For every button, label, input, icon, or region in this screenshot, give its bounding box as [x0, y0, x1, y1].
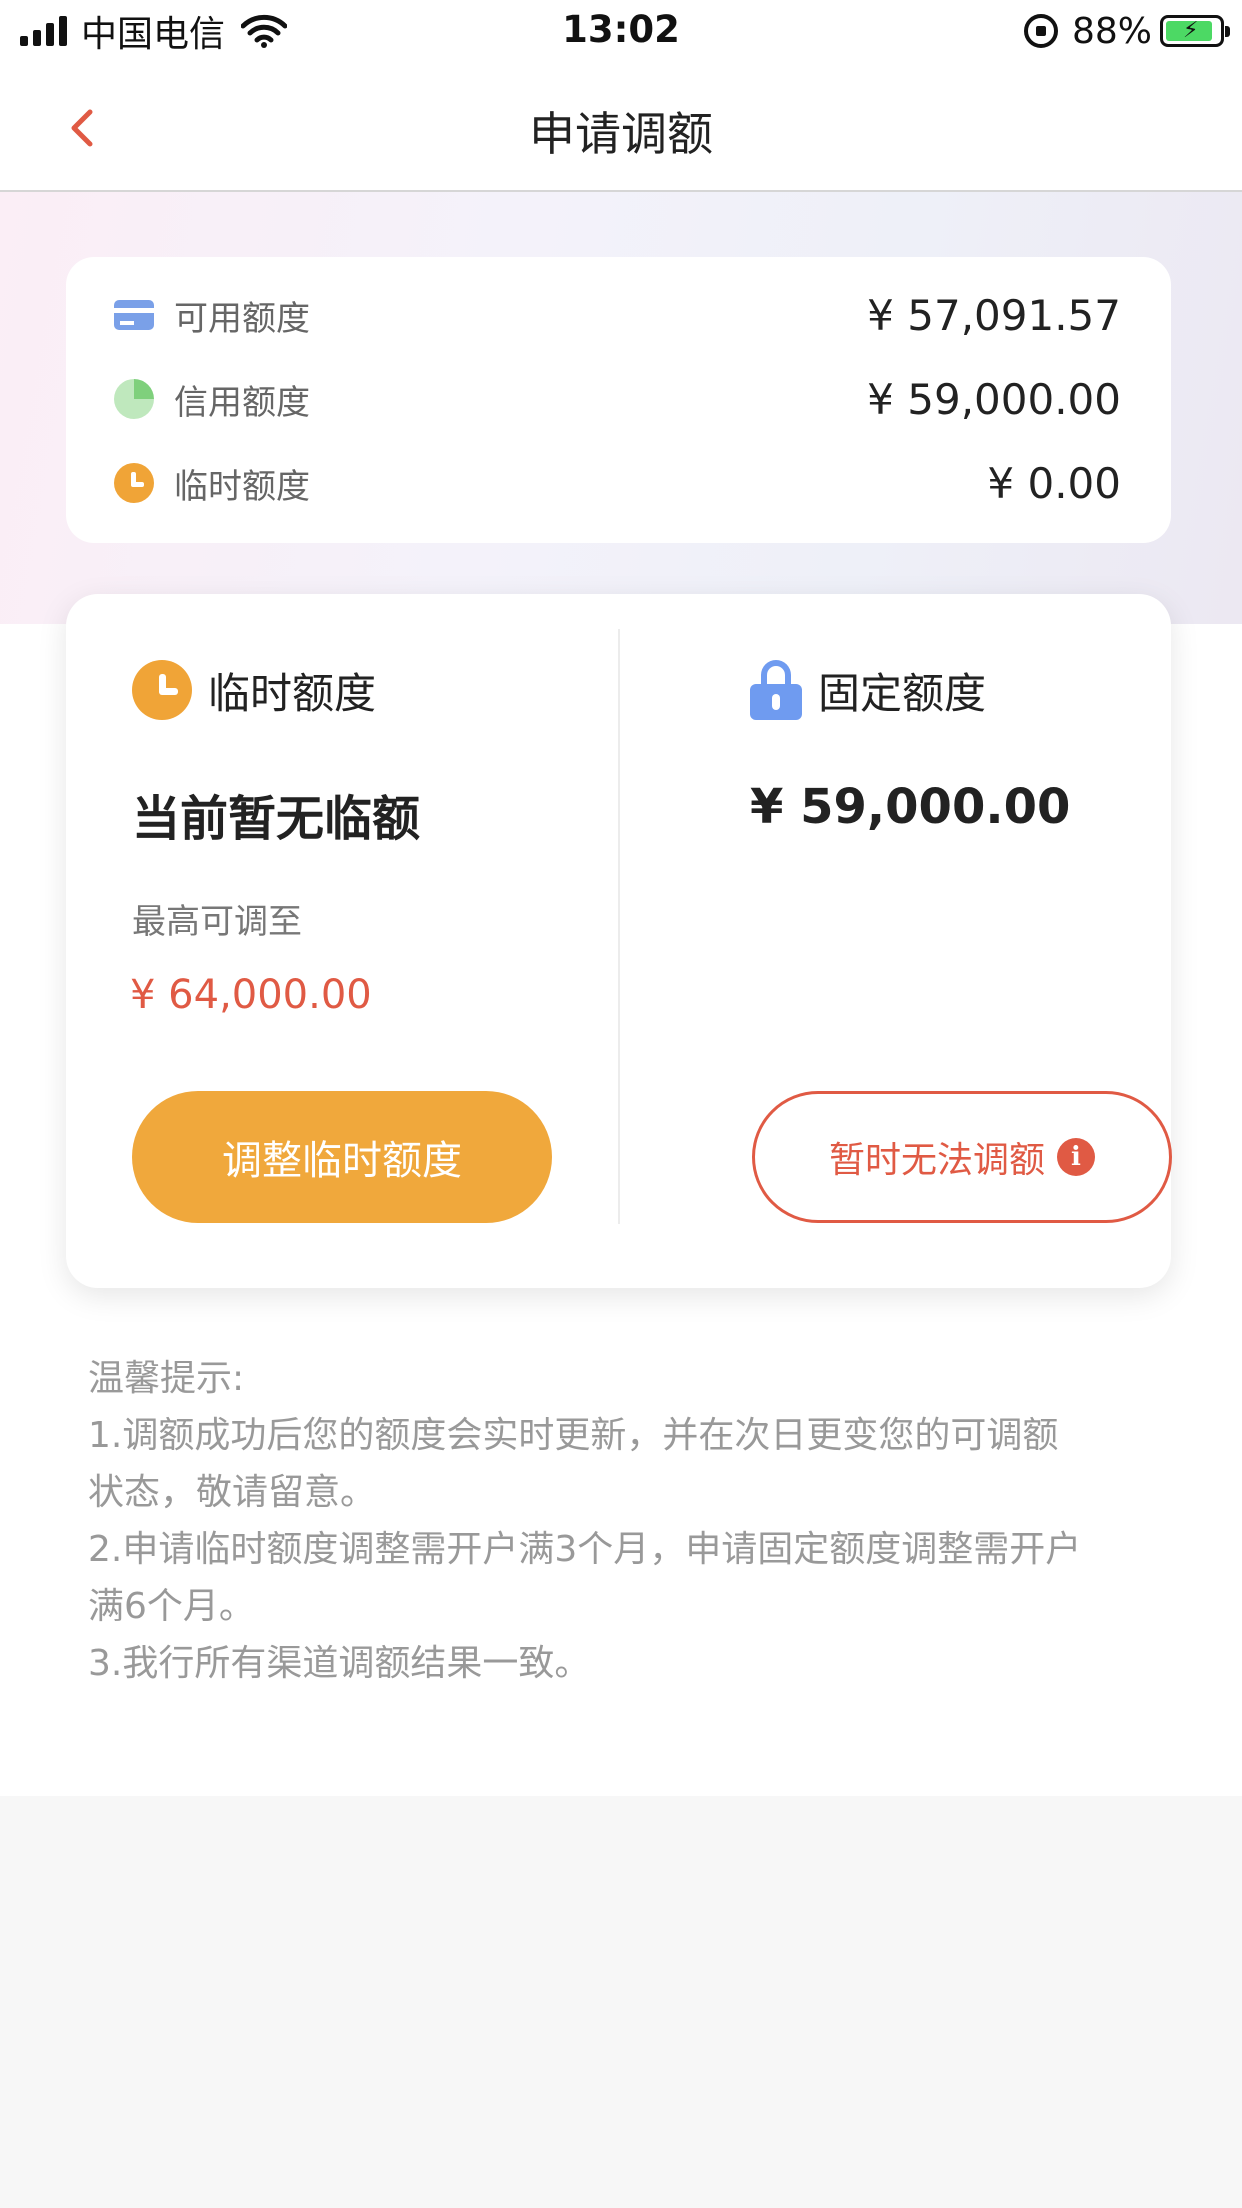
info-icon[interactable]: i: [1057, 1138, 1095, 1176]
summary-label: 临时额度: [174, 466, 310, 507]
status-bar: 中国电信 13:02 88% ⚡: [0, 0, 1242, 62]
tips-line: 2.申请临时额度调整需开户满3个月，申请固定额度调整需开户: [88, 1529, 1082, 1570]
battery-percent: 88%: [1071, 10, 1152, 52]
clock-icon: [132, 660, 192, 720]
summary-value: ¥ 0.00: [987, 458, 1121, 508]
max-adjust-label: 最高可调至: [132, 902, 302, 942]
summary-value: ¥ 57,091.57: [867, 290, 1121, 340]
tips-line: 3.我行所有渠道调额结果一致。: [88, 1643, 591, 1684]
fixed-quota-column: 固定额度 ¥ 59,000.00 暂时无法调额 i: [620, 594, 1172, 1288]
fixed-quota-title: 固定额度: [818, 668, 987, 718]
summary-row-temporary: 临时额度 ¥ 0.00: [114, 453, 1121, 513]
tips-line: 状态，敬请留意。: [88, 1472, 377, 1513]
pie-chart-icon: [114, 379, 154, 419]
battery-icon: ⚡: [1160, 15, 1230, 47]
charging-bolt-icon: ⚡: [1183, 18, 1199, 43]
temporary-quota-column: 临时额度 当前暂无临额 最高可调至 ¥ 64,000.00 调整临时额度: [66, 594, 618, 1288]
adjust-temporary-quota-button[interactable]: 调整临时额度: [132, 1091, 552, 1223]
nav-bar: 申请调额: [0, 62, 1242, 192]
summary-label: 信用额度: [174, 382, 310, 423]
summary-row-available: 可用额度 ¥ 57,091.57: [114, 285, 1121, 345]
page-title: 申请调额: [529, 107, 713, 161]
temporary-quota-title: 临时额度: [208, 668, 377, 718]
max-adjust-value: ¥ 64,000.00: [130, 972, 372, 1018]
summary-value: ¥ 59,000.00: [867, 374, 1121, 424]
adjust-unavailable-button[interactable]: 暂时无法调额 i: [752, 1091, 1172, 1223]
clock-icon: [114, 463, 154, 503]
tips-line: 1.调额成功后您的额度会实时更新，并在次日更变您的可调额: [88, 1415, 1059, 1456]
temporary-quota-status: 当前暂无临额: [132, 791, 421, 847]
fixed-quota-header: 固定额度: [750, 658, 986, 722]
status-right: 88% ⚡: [1023, 10, 1230, 52]
page: 中国电信 13:02 88% ⚡ 申请调额 可用额度 ¥ 57,091.57 信…: [0, 0, 1242, 2208]
adjust-quota-card: 临时额度 当前暂无临额 最高可调至 ¥ 64,000.00 调整临时额度 固定额…: [66, 594, 1172, 1288]
summary-row-credit: 信用额度 ¥ 59,000.00: [114, 369, 1121, 429]
tips-section: 温馨提示: 1.调额成功后您的额度会实时更新，并在次日更变您的可调额 状态，敬请…: [88, 1350, 1168, 1692]
orientation-lock-icon: [1023, 14, 1058, 48]
quota-summary-card: 可用额度 ¥ 57,091.57 信用额度 ¥ 59,000.00 临时额度 ¥…: [66, 257, 1171, 543]
adjust-unavailable-label: 暂时无法调额: [828, 1140, 1045, 1181]
temporary-quota-header: 临时额度: [132, 658, 376, 722]
lock-icon: [750, 660, 802, 720]
summary-label: 可用额度: [174, 298, 310, 339]
fixed-quota-value: ¥ 59,000.00: [750, 779, 1071, 835]
tips-line: 满6个月。: [88, 1586, 255, 1627]
card-icon: [114, 300, 154, 330]
tips-heading: 温馨提示:: [88, 1358, 245, 1399]
